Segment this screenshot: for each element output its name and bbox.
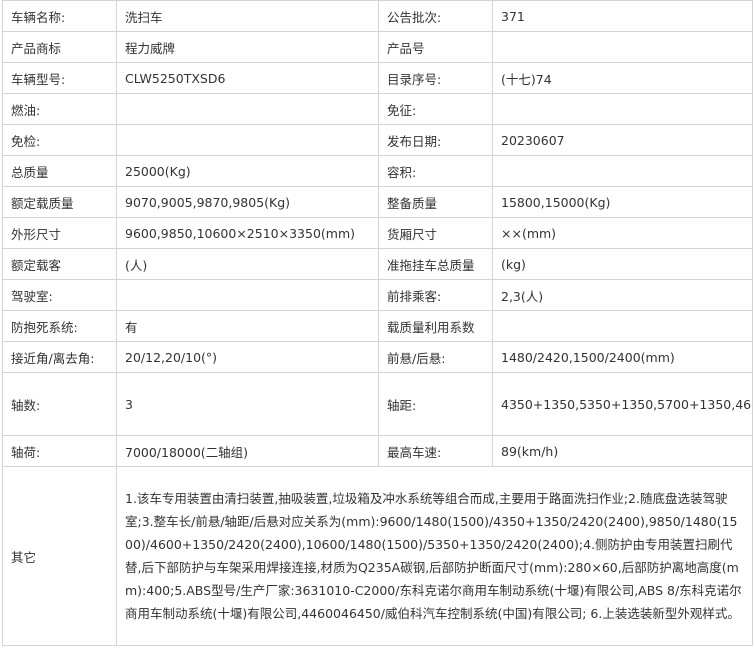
value-catalog-number: (十七)74 (492, 62, 753, 94)
value-front-passengers: 2,3(人) (492, 279, 753, 311)
vehicle-spec-table: 车辆名称: 洗扫车 公告批次: 371 产品商标 程力威牌 产品号 车辆型号: … (2, 0, 753, 646)
value-brand: 程力威牌 (116, 31, 379, 63)
label-tax-exempt: 免征: (378, 93, 493, 125)
table-row: 驾驶室: 前排乘客: 2,3(人) (2, 279, 753, 311)
value-load-coefficient (492, 310, 753, 342)
table-row: 额定载质量 9070,9005,9870,9805(Kg) 整备质量 15800… (2, 186, 753, 218)
label-brand: 产品商标 (2, 31, 117, 63)
table-row: 总质量 25000(Kg) 容积: (2, 155, 753, 187)
value-approach-departure-angle: 20/12,20/10(°) (116, 341, 379, 373)
label-product-number: 产品号 (378, 31, 493, 63)
label-overhang: 前悬/后悬: (378, 341, 493, 373)
table-row: 外形尺寸 9600,9850,10600×2510×3350(mm) 货厢尺寸 … (2, 217, 753, 249)
label-dimensions: 外形尺寸 (2, 217, 117, 249)
label-curb-mass: 整备质量 (378, 186, 493, 218)
table-row: 接近角/离去角: 20/12,20/10(°) 前悬/后悬: 1480/2420… (2, 341, 753, 373)
value-model: CLW5250TXSD6 (116, 62, 379, 94)
value-overhang: 1480/2420,1500/2400(mm) (492, 341, 753, 373)
table-row: 额定载客 (人) 准拖挂车总质量 (kg) (2, 248, 753, 280)
table-row: 轴数: 3 轴距: 4350+1350,5350+1350,5700+1350,… (2, 372, 753, 436)
label-rated-passengers: 额定载客 (2, 248, 117, 280)
value-max-speed: 89(km/h) (492, 435, 753, 467)
value-wheelbase: 4350+1350,5350+1350,5700+1350,4600+1350,… (492, 372, 753, 436)
label-total-mass: 总质量 (2, 155, 117, 187)
label-model: 车辆型号: (2, 62, 117, 94)
value-product-number (492, 31, 753, 63)
value-volume (492, 155, 753, 187)
value-release-date: 20230607 (492, 124, 753, 156)
table-row: 免检: 发布日期: 20230607 (2, 124, 753, 156)
label-inspection-exempt: 免检: (2, 124, 117, 156)
label-approach-departure-angle: 接近角/离去角: (2, 341, 117, 373)
label-load-coefficient: 载质量利用系数 (378, 310, 493, 342)
label-volume: 容积: (378, 155, 493, 187)
value-rated-passengers: (人) (116, 248, 379, 280)
value-trailer-mass: (kg) (492, 248, 753, 280)
label-cab: 驾驶室: (2, 279, 117, 311)
table-row: 产品商标 程力威牌 产品号 (2, 31, 753, 63)
value-total-mass: 25000(Kg) (116, 155, 379, 187)
table-row: 车辆型号: CLW5250TXSD6 目录序号: (十七)74 (2, 62, 753, 94)
value-curb-mass: 15800,15000(Kg) (492, 186, 753, 218)
label-catalog-number: 目录序号: (378, 62, 493, 94)
value-inspection-exempt (116, 124, 379, 156)
label-cargo-size: 货厢尺寸 (378, 217, 493, 249)
label-vehicle-name: 车辆名称: (2, 0, 117, 32)
table-row: 防抱死系统: 有 载质量利用系数 (2, 310, 753, 342)
value-fuel (116, 93, 379, 125)
value-announcement-batch: 371 (492, 0, 753, 32)
label-wheelbase: 轴距: (378, 372, 493, 436)
label-axle-load: 轴荷: (2, 435, 117, 467)
label-trailer-mass: 准拖挂车总质量 (378, 248, 493, 280)
value-cab (116, 279, 379, 311)
value-abs: 有 (116, 310, 379, 342)
table-row: 燃油: 免征: (2, 93, 753, 125)
label-abs: 防抱死系统: (2, 310, 117, 342)
value-axle-count: 3 (116, 372, 379, 436)
label-rated-load: 额定载质量 (2, 186, 117, 218)
label-release-date: 发布日期: (378, 124, 493, 156)
value-vehicle-name: 洗扫车 (116, 0, 379, 32)
table-row: 车辆名称: 洗扫车 公告批次: 371 (2, 0, 753, 32)
label-axle-count: 轴数: (2, 372, 117, 436)
value-dimensions: 9600,9850,10600×2510×3350(mm) (116, 217, 379, 249)
label-other: 其它 (2, 466, 117, 646)
label-front-passengers: 前排乘客: (378, 279, 493, 311)
value-other-notes: 1.该车专用装置由清扫装置,抽吸装置,垃圾箱及冲水系统等组合而成,主要用于路面洗… (116, 466, 753, 646)
table-row: 轴荷: 7000/18000(二轴组) 最高车速: 89(km/h) (2, 435, 753, 467)
value-axle-load: 7000/18000(二轴组) (116, 435, 379, 467)
label-max-speed: 最高车速: (378, 435, 493, 467)
table-row-other: 其它 1.该车专用装置由清扫装置,抽吸装置,垃圾箱及冲水系统等组合而成,主要用于… (2, 466, 753, 646)
label-announcement-batch: 公告批次: (378, 0, 493, 32)
label-fuel: 燃油: (2, 93, 117, 125)
value-cargo-size: ××(mm) (492, 217, 753, 249)
value-rated-load: 9070,9005,9870,9805(Kg) (116, 186, 379, 218)
value-tax-exempt (492, 93, 753, 125)
